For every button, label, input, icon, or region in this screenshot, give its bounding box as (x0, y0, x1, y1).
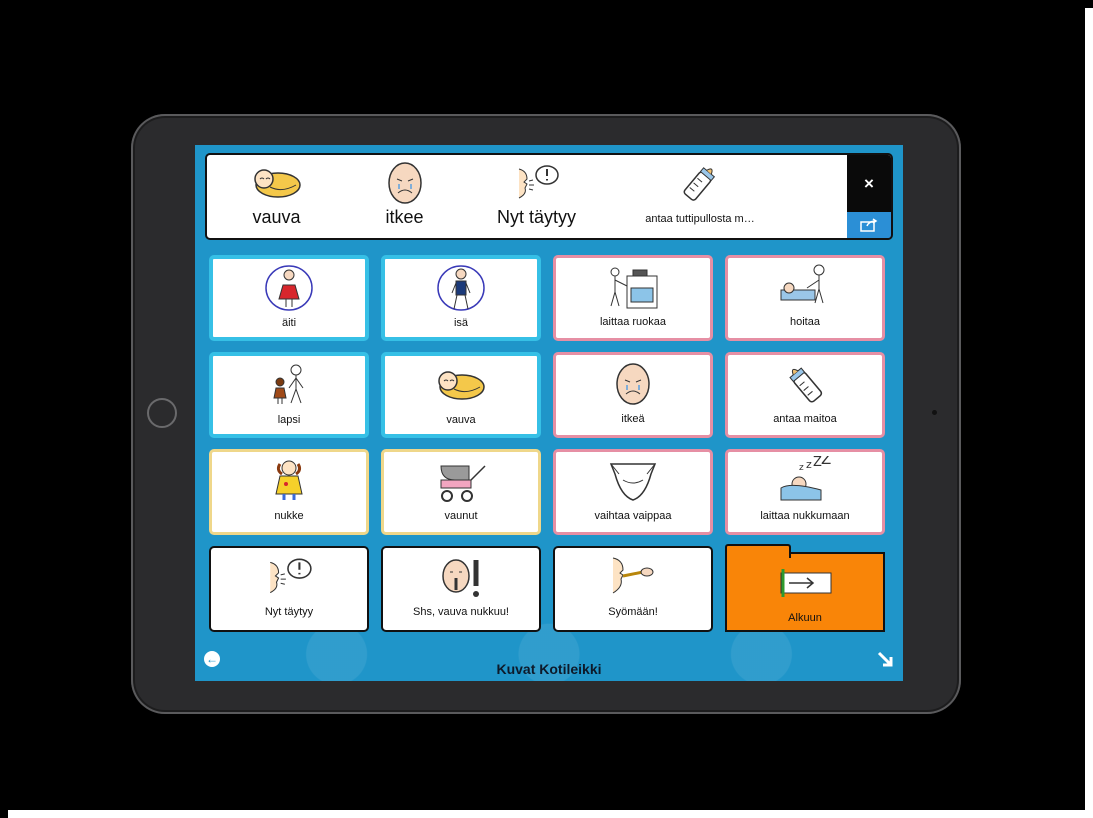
diaper-icon (556, 452, 710, 510)
message-word-label: vauva (252, 207, 301, 227)
grid-cell-hoitaa[interactable]: hoitaa (725, 255, 885, 341)
crying-face-icon (357, 159, 452, 207)
grid-cell-label: itkeä (621, 413, 645, 425)
baby-icon (229, 159, 324, 207)
grid-cell-label: hoitaa (790, 316, 820, 328)
grid-cell-label: laittaa ruokaa (599, 316, 667, 328)
cooking-icon (556, 258, 710, 316)
share-icon (860, 218, 878, 232)
grid-cell-vauva[interactable]: vauva (381, 352, 541, 438)
caring-icon (728, 258, 882, 316)
grid-cell-vaihtaa-vaippaa[interactable]: vaihtaa vaippaa (553, 449, 713, 535)
message-word-label: antaa tuttipullosta m… (645, 213, 755, 225)
grid-cell-lapsi[interactable]: lapsi (209, 352, 369, 438)
grid-cell-label: Nyt täytyy (264, 606, 314, 618)
grid-cell-label: vauva (446, 414, 476, 426)
grid-cell-label: Shs, vauva nukkuu! (412, 606, 509, 618)
father-icon (385, 259, 537, 317)
grid-cell-aiti[interactable]: äiti (209, 255, 369, 341)
grid-cell-nyt-taytyy[interactable]: Nyt täytyy (209, 546, 369, 632)
home-button[interactable] (147, 398, 177, 428)
grid-cell-alkuun[interactable]: Alkuun (725, 544, 885, 632)
grid-cell-label: vaihtaa vaippaa (594, 510, 672, 522)
eating-icon (555, 548, 711, 606)
grid-cell-laittaa-ruokaa[interactable]: laittaa ruokaa (553, 255, 713, 341)
grid-cell-vaunut[interactable]: vaunut (381, 449, 541, 535)
pram-icon (384, 452, 538, 510)
grid-cell-label: lapsi (277, 414, 301, 426)
speaking-exclamation-icon (211, 548, 367, 606)
message-word[interactable]: itkee (357, 159, 452, 238)
svg-text:z: z (799, 463, 804, 473)
grid-cell-label: äiti (281, 317, 297, 329)
folder-tab (725, 544, 791, 558)
grid-cell-label: Syömään! (608, 606, 658, 618)
message-word-label: itkee (385, 207, 424, 227)
grid-cell-label: nukke (274, 510, 304, 522)
mother-icon (213, 259, 365, 317)
speaking-exclamation-icon (489, 159, 584, 207)
svg-text:z: z (806, 458, 812, 471)
grid-cell-label: Alkuun (788, 612, 822, 624)
share-button[interactable] (847, 212, 891, 238)
baby-icon (385, 356, 537, 414)
grid-cell-shs-vauva-nukkuu[interactable]: Shs, vauva nukkuu! (381, 546, 541, 632)
app-screen: vauva itkee Nyt täytyy antaa tuttipullos… (195, 145, 903, 681)
message-bar[interactable]: vauva itkee Nyt täytyy antaa tuttipullos… (205, 153, 893, 240)
grid-cell-antaa-maitoa[interactable]: antaa maitoa (725, 352, 885, 438)
baby-bottle-icon (625, 159, 775, 207)
page-title: Kuvat Kotileikki (496, 661, 602, 677)
sleeping-baby-icon: z z Z Z (728, 452, 882, 510)
grid-cell-label: antaa maitoa (773, 413, 837, 425)
grid-cell-syomaan[interactable]: Syömään! (553, 546, 713, 632)
grid-cell-itkea[interactable]: itkeä (553, 352, 713, 438)
baby-bottle-icon (728, 355, 882, 413)
home-arrow-icon (727, 554, 883, 612)
child-icon (213, 356, 365, 414)
doll-icon (212, 452, 366, 510)
message-word[interactable]: Nyt täytyy (489, 159, 584, 238)
grid-cell-label: laittaa nukkumaan (760, 510, 850, 522)
grid-cell-isa[interactable]: isä (381, 255, 541, 341)
grid-cell-label: vaunut (444, 510, 478, 522)
grid-cell-laittaa-nukkumaan[interactable]: z z Z Z laittaa nukkumaan (725, 449, 885, 535)
message-word-label: Nyt täytyy (496, 207, 576, 227)
message-word[interactable]: vauva (229, 159, 324, 238)
grid-cell-nukke[interactable]: nukke (209, 449, 369, 535)
expand-button[interactable] (873, 647, 897, 671)
grid-cell-label: isä (453, 317, 469, 329)
crying-face-icon (556, 355, 710, 413)
message-word[interactable]: antaa tuttipullosta m… (625, 159, 775, 238)
shush-icon (383, 548, 539, 606)
camera-dot (932, 410, 937, 415)
clear-message-button[interactable]: × (847, 155, 891, 213)
arrow-icon (877, 651, 893, 667)
svg-text:Z: Z (821, 456, 831, 468)
